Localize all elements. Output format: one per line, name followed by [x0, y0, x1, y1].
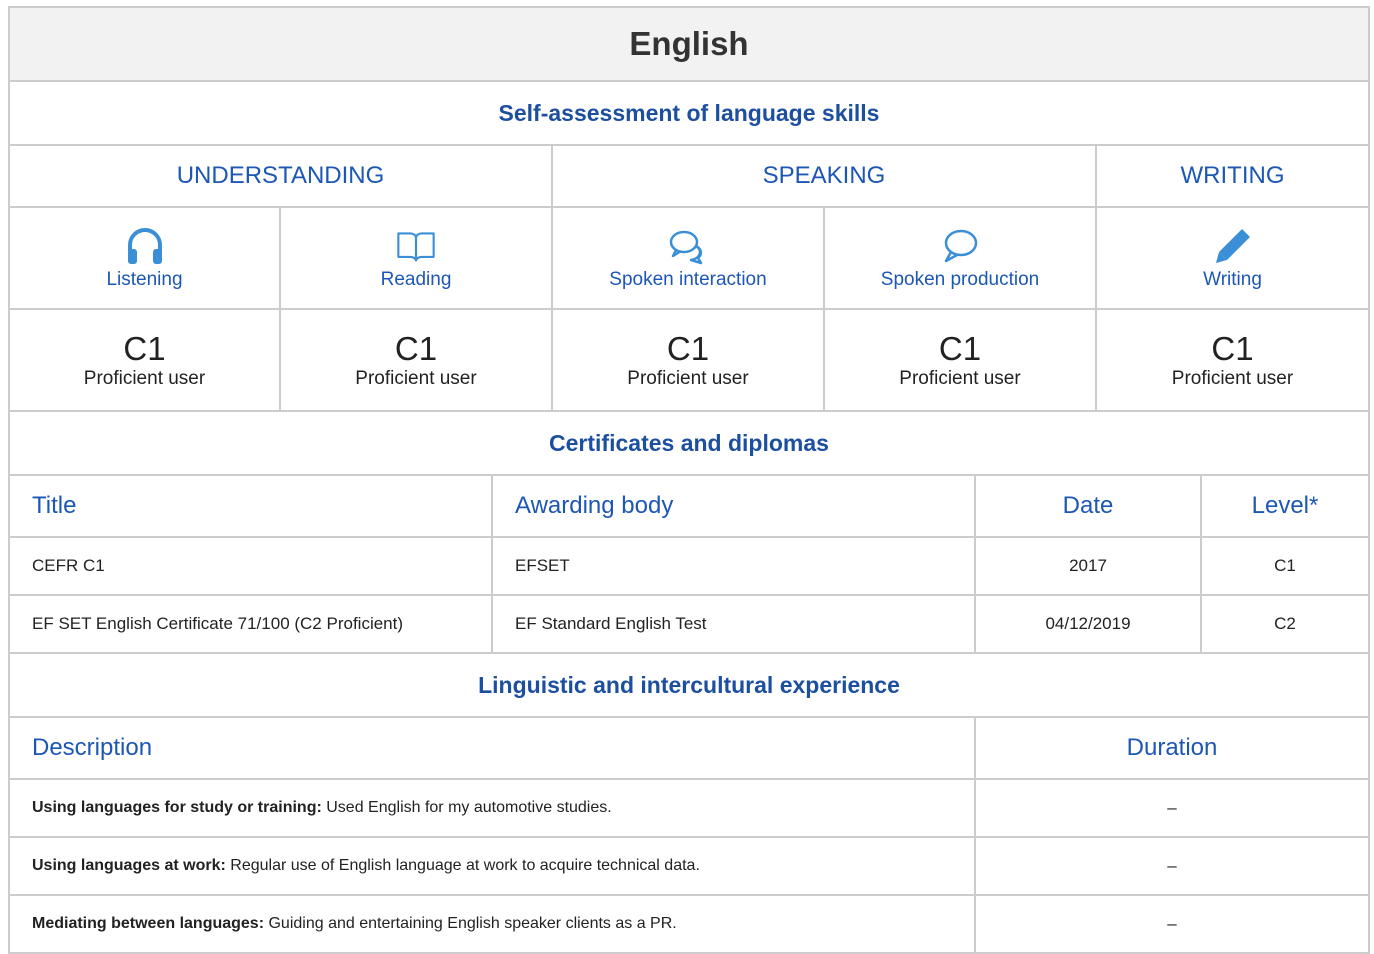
- certificate-date: 04/12/2019: [976, 596, 1202, 652]
- experience-duration: –: [1167, 798, 1177, 817]
- skill-label: Spoken production: [880, 269, 1040, 290]
- column-header-description: Description: [10, 718, 976, 778]
- table-row: Using languages for study or training: U…: [8, 780, 1370, 838]
- certificate-title: EF SET English Certificate 71/100 (C2 Pr…: [10, 596, 493, 652]
- skill-listening: Listening: [10, 208, 281, 308]
- experience-duration: –: [1167, 856, 1177, 875]
- level-spoken-production: C1 Proficient user: [825, 310, 1097, 410]
- level-name: Proficient user: [83, 368, 206, 389]
- level-code: C1: [666, 330, 710, 367]
- skill-spoken-production: Spoken production: [825, 208, 1097, 308]
- self-assessment-heading: Self-assessment of language skills: [498, 99, 880, 126]
- headphones-icon: [127, 228, 162, 264]
- skill-label: Listening: [106, 269, 183, 290]
- certificates-heading: Certificates and diplomas: [549, 429, 829, 456]
- skill-label: Writing: [1203, 269, 1262, 290]
- column-header-awarding-body: Awarding body: [493, 476, 976, 536]
- group-speaking: SPEAKING: [553, 146, 1097, 206]
- experience-description: Mediating between languages: Guiding and…: [10, 896, 976, 952]
- level-name: Proficient user: [899, 368, 1021, 389]
- level-code: C1: [394, 330, 438, 367]
- level-code: C1: [1211, 330, 1254, 367]
- book-icon: [397, 232, 435, 262]
- skill-reading: Reading: [281, 208, 553, 308]
- certificates-heading-row: Certificates and diplomas: [8, 412, 1370, 476]
- column-header-date: Date: [976, 476, 1202, 536]
- skill-label: Reading: [380, 269, 452, 290]
- certificate-title: CEFR C1: [10, 538, 493, 594]
- certificate-date: 2017: [976, 538, 1202, 594]
- skill-label: Spoken interaction: [609, 269, 767, 290]
- speech-bubble-icon: [944, 229, 978, 263]
- skill-writing: Writing: [1097, 208, 1368, 308]
- experience-text: Used English for my automotive studies.: [321, 799, 612, 816]
- level-code: C1: [938, 330, 982, 367]
- level-name: Proficient user: [355, 368, 477, 389]
- experience-description: Using languages at work: Regular use of …: [10, 838, 976, 894]
- self-assessment-heading-row: Self-assessment of language skills: [8, 82, 1370, 146]
- experience-duration: –: [1167, 914, 1177, 933]
- experience-text: Regular use of English language at work …: [225, 857, 700, 874]
- level-reading: C1 Proficient user: [281, 310, 553, 410]
- level-writing: C1 Proficient user: [1097, 310, 1368, 410]
- experience-label: Using languages at work:: [32, 857, 226, 874]
- experience-text: Guiding and entertaining English speaker…: [264, 915, 677, 932]
- experience-description: Using languages for study or training: U…: [10, 780, 976, 836]
- level-spoken-interaction: C1 Proficient user: [553, 310, 825, 410]
- table-row: Mediating between languages: Guiding and…: [8, 896, 1370, 954]
- language-title: English: [629, 25, 749, 62]
- level-listening: C1 Proficient user: [10, 310, 281, 410]
- group-understanding: UNDERSTANDING: [10, 146, 553, 206]
- column-header-level: Level*: [1251, 492, 1319, 519]
- level-name: Proficient user: [627, 368, 749, 389]
- skill-group-row: UNDERSTANDING SPEAKING WRITING: [8, 146, 1370, 208]
- skill-spoken-interaction: Spoken interaction: [553, 208, 825, 308]
- level-name: Proficient user: [1171, 368, 1294, 389]
- experience-heading-row: Linguistic and intercultural experience: [8, 654, 1370, 718]
- group-writing: WRITING: [1180, 162, 1285, 189]
- experience-label: Mediating between languages:: [32, 915, 265, 932]
- certificate-awarding-body: EFSET: [493, 538, 976, 594]
- pencil-icon: [1215, 229, 1250, 263]
- experience-label: Using languages for study or training:: [32, 799, 322, 816]
- table-row: Using languages at work: Regular use of …: [8, 838, 1370, 896]
- language-card: English Self-assessment of language skil…: [8, 6, 1370, 954]
- table-row: CEFR C1 EFSET 2017 C1: [8, 538, 1370, 596]
- experience-header-row: Description Duration: [8, 718, 1370, 780]
- certificates-header-row: Title Awarding body Date Level*: [8, 476, 1370, 538]
- skill-row: Listening Reading Spoken interaction Spo…: [8, 208, 1370, 310]
- chat-bubbles-icon: [669, 230, 703, 265]
- experience-heading: Linguistic and intercultural experience: [478, 671, 900, 698]
- level-code: C1: [123, 330, 166, 367]
- table-row: EF SET English Certificate 71/100 (C2 Pr…: [8, 596, 1370, 654]
- certificate-level: C1: [1274, 556, 1296, 575]
- certificate-awarding-body: EF Standard English Test: [493, 596, 976, 652]
- column-header-title: Title: [10, 476, 493, 536]
- certificate-level: C2: [1274, 614, 1296, 633]
- level-row: C1 Proficient user C1 Proficient user C1…: [8, 310, 1370, 412]
- column-header-duration: Duration: [1126, 734, 1218, 761]
- language-title-row: English: [8, 6, 1370, 82]
